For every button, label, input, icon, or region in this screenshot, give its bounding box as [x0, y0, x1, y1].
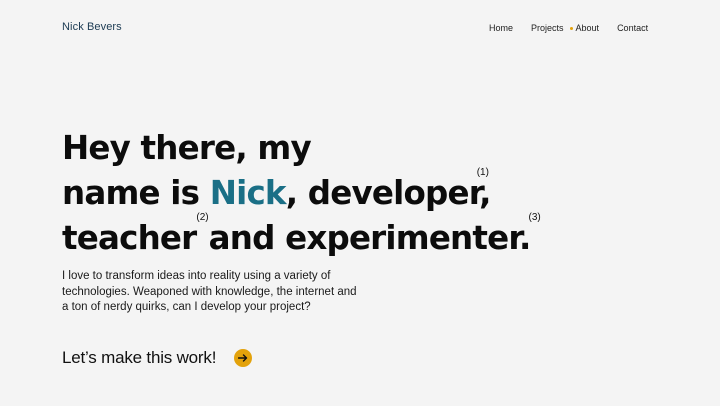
nav-projects-link[interactable]: Projects: [531, 23, 564, 33]
arrow-right-icon[interactable]: [234, 349, 253, 367]
hero-headline: Hey there, my name is Nick, developer,(1…: [62, 127, 541, 259]
headline-line-3-teacher: teacher: [62, 218, 197, 257]
cta-link[interactable]: Let’s make this work!: [62, 348, 253, 368]
nav-home-link[interactable]: Home: [489, 23, 513, 33]
headline-line-3-rest: and experimenter.: [208, 218, 532, 257]
headline-line-1: Hey there, my: [62, 129, 312, 167]
brand-logo-link[interactable]: Nick Bevers: [62, 21, 122, 33]
intro-paragraph: I love to transform ideas into reality u…: [62, 270, 357, 313]
cta-label: Let’s make this work!: [62, 348, 217, 367]
nav-about-item: About: [569, 23, 600, 33]
active-indicator-dot: [569, 26, 573, 30]
nav-about-link[interactable]: About: [576, 23, 600, 33]
nav-contact-link[interactable]: Contact: [617, 23, 648, 33]
main-nav: Home Projects About Contact: [489, 23, 648, 33]
footnote-marker-3: (3): [528, 211, 541, 223]
headline-name-highlight: Nick: [209, 173, 287, 212]
headline-line-2-suffix: , developer,: [285, 173, 492, 212]
headline-line-2-prefix: name is: [62, 173, 210, 212]
footnote-marker-2: (2): [196, 211, 209, 223]
footnote-marker-1: (1): [476, 167, 489, 178]
